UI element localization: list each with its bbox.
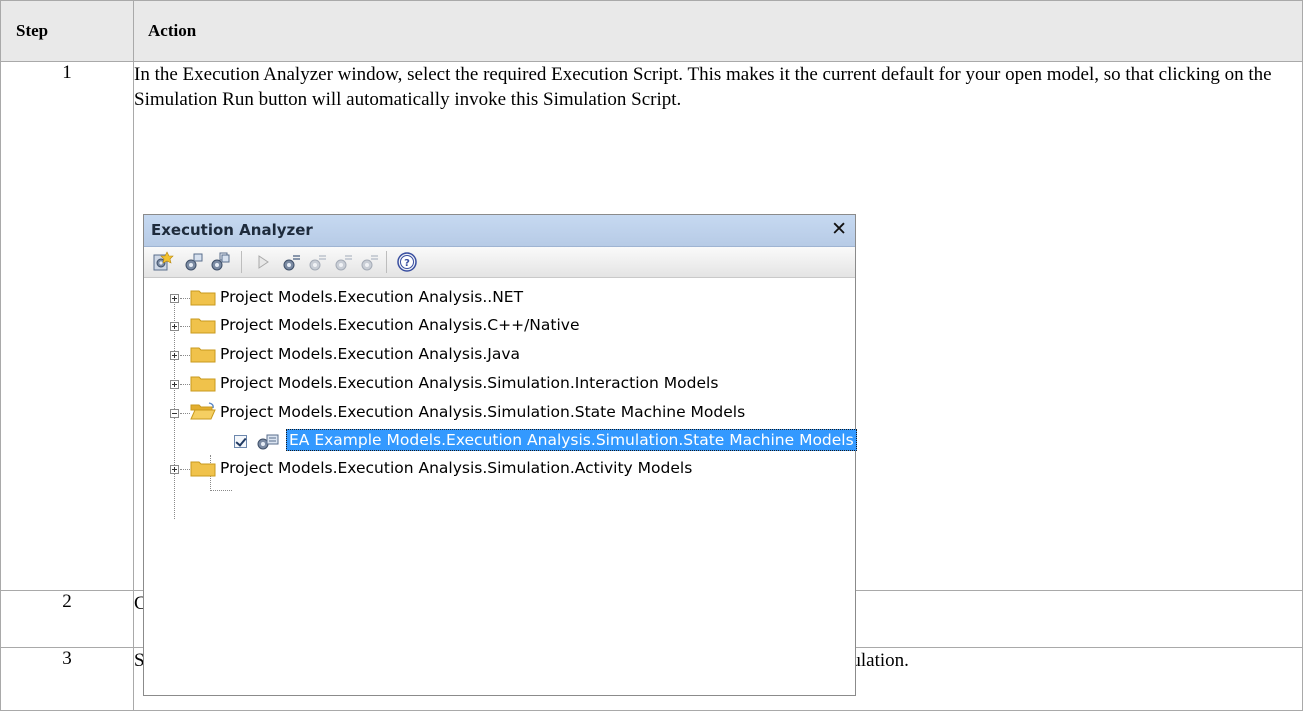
folder-icon xyxy=(190,461,216,477)
step-number: 2 xyxy=(62,591,72,612)
tree-node-label: Project Models.Execution Analysis.Simula… xyxy=(220,459,693,477)
open-folder-icon xyxy=(190,402,216,420)
tree-node-label: Project Models.Execution Analysis.Java xyxy=(220,345,521,363)
edit-script-icon[interactable] xyxy=(182,251,204,273)
expand-icon[interactable] xyxy=(170,465,179,474)
toolbar-separator xyxy=(241,251,242,273)
toolbar: ? xyxy=(144,247,855,278)
new-script-icon[interactable] xyxy=(152,251,174,273)
tree-connector xyxy=(180,326,190,327)
help-icon[interactable]: ? xyxy=(396,251,418,273)
copy-script-icon[interactable] xyxy=(208,251,230,273)
script-checkbox[interactable] xyxy=(234,435,247,448)
toolbar-separator xyxy=(386,251,387,273)
tree-connector xyxy=(180,469,190,470)
step-number: 1 xyxy=(62,62,72,83)
close-icon[interactable]: ✕ xyxy=(831,218,847,240)
folder-icon xyxy=(190,376,216,392)
tree-connector xyxy=(210,490,232,491)
collapse-icon[interactable] xyxy=(170,409,179,418)
folder-icon xyxy=(190,347,216,363)
script-icon xyxy=(257,434,279,450)
execution-analyzer-window: Execution Analyzer ✕ ? Project Models.Ex… xyxy=(143,214,857,696)
test-icon[interactable] xyxy=(306,251,328,273)
step-column-header: Step xyxy=(0,0,134,62)
tree-node-label: Project Models.Execution Analysis..NET xyxy=(220,288,524,306)
run-icon[interactable] xyxy=(252,251,274,273)
debug-icon[interactable] xyxy=(332,251,354,273)
tree-connector xyxy=(180,298,190,299)
tree-node-label: Project Models.Execution Analysis.Simula… xyxy=(220,403,746,421)
tree-node[interactable]: Project Models.Execution Analysis.Simula… xyxy=(144,400,844,426)
step-number-cell: 3 xyxy=(0,647,134,711)
tree-connector xyxy=(180,413,190,414)
script-tree: Project Models.Execution Analysis..NET P… xyxy=(144,279,857,693)
svg-text:?: ? xyxy=(404,258,410,269)
step-number-cell: 1 xyxy=(0,61,134,591)
folder-icon xyxy=(190,290,216,306)
window-title: Execution Analyzer xyxy=(151,221,313,239)
expand-icon[interactable] xyxy=(170,294,179,303)
folder-icon xyxy=(190,318,216,334)
window-title-bar: Execution Analyzer ✕ xyxy=(144,215,855,247)
tree-node[interactable]: Project Models.Execution Analysis..NET xyxy=(144,285,844,311)
table-header-row: Step Action xyxy=(0,0,1303,62)
expand-icon[interactable] xyxy=(170,351,179,360)
deploy-icon[interactable] xyxy=(358,251,380,273)
step-number-cell: 2 xyxy=(0,590,134,648)
step-number: 3 xyxy=(62,648,72,669)
selected-script-label[interactable]: EA Example Models.Execution Analysis.Sim… xyxy=(286,429,857,451)
tree-node[interactable]: Project Models.Execution Analysis.C++/Na… xyxy=(144,313,844,339)
build-icon[interactable] xyxy=(280,251,302,273)
tree-node-label: Project Models.Execution Analysis.Simula… xyxy=(220,374,719,392)
tree-node[interactable]: Project Models.Execution Analysis.Java xyxy=(144,342,844,368)
script-node[interactable]: EA Example Models.Execution Analysis.Sim… xyxy=(144,428,857,454)
action-text: In the Execution Analyzer window, select… xyxy=(134,64,1272,110)
expand-icon[interactable] xyxy=(170,380,179,389)
expand-icon[interactable] xyxy=(170,322,179,331)
tree-node[interactable]: Project Models.Execution Analysis.Simula… xyxy=(144,456,844,482)
tree-connector xyxy=(180,355,190,356)
tree-node-label: Project Models.Execution Analysis.C++/Na… xyxy=(220,316,580,334)
action-column-header: Action xyxy=(133,0,1303,62)
tree-node[interactable]: Project Models.Execution Analysis.Simula… xyxy=(144,371,844,397)
tree-connector xyxy=(180,384,190,385)
